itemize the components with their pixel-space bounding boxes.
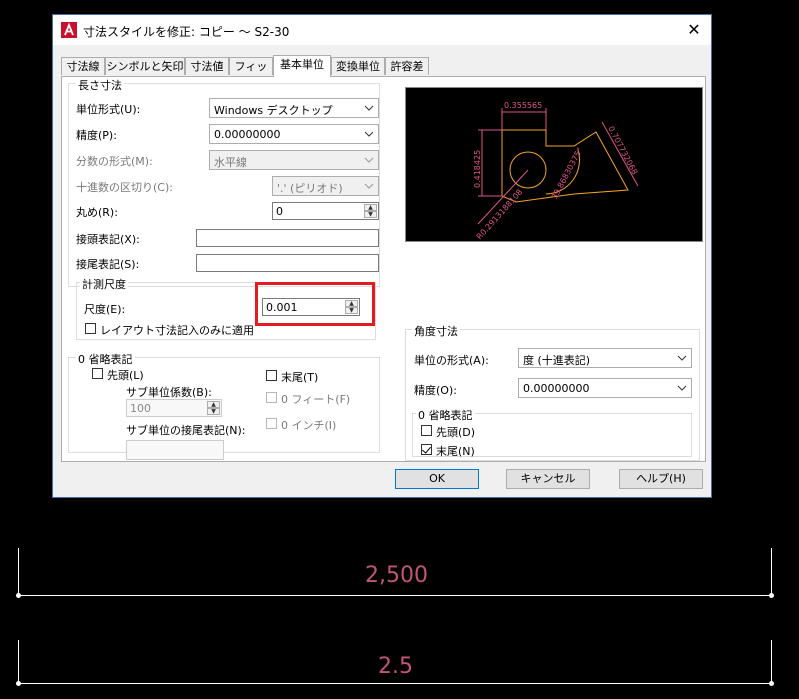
chevron-down-icon [364,183,374,189]
zero-feet-label: 0 フィート(F) [281,393,351,406]
tab-fit[interactable]: フィット [229,57,273,91]
dimension-endpoint [769,593,774,598]
fraction-format-select[interactable]: 水平線 [209,150,379,170]
angular-unit-format-select[interactable]: 度 (十進表記) [518,348,692,368]
angular-group-label: 角度寸法 [412,323,460,339]
chevron-down-icon [677,385,687,391]
dimension-extension-line [18,548,19,598]
angular-precision-value: 0.00000000 [523,382,590,395]
angular-unit-format-label: 単位の形式(A): [414,354,489,367]
preview-top-dimension-line [501,108,547,130]
dimension-text-1: 2,500 [365,563,428,588]
angular-zero-suppression-label: 0 省略表記 [416,407,475,423]
angular-trailing-zero-label: 末尾(N) [436,445,475,458]
angular-precision-select[interactable]: 0.00000000 [518,378,692,398]
chevron-down-icon [364,157,374,163]
angular-leading-zero-label: 先頭(D) [436,426,476,439]
preview-dim-right: 0.707732068 [606,125,639,176]
spin-up-icon[interactable]: ▲ [207,401,220,408]
preview-dim-angle: 39.86830375° [550,146,585,201]
round-off-input[interactable]: 0 ▲ ▼ [272,202,379,220]
preview-pane: 0.355565 0.418425 0.707732068 39.8683037… [405,87,703,242]
decimal-separator-label: 十進数の区切り(C): [76,181,173,194]
dialog-title: 寸法スタイルを修正: コピー 〜 S2-30 [83,25,290,39]
round-off-spinner[interactable]: ▲ ▼ [364,204,377,218]
angular-unit-format-value: 度 (十進表記) [523,354,591,367]
round-off-value: 0 [276,205,283,218]
sub-unit-factor-input[interactable]: 100 ▲ ▼ [126,399,222,417]
precision-label: 精度(P): [76,129,117,142]
chevron-down-icon [364,131,374,137]
zero-feet-checkbox[interactable] [266,392,277,403]
precision-select[interactable]: 0.00000000 [209,124,379,144]
cancel-button[interactable]: キャンセル [506,469,590,489]
angular-trailing-zero-checkbox[interactable] [421,444,432,455]
angular-precision-label: 精度(O): [414,384,457,397]
dimension-extension-line [771,548,772,598]
fraction-format-label: 分数の形式(M): [76,155,153,168]
leading-zero-checkbox[interactable] [92,368,103,379]
dimension-line-1 [18,595,772,596]
tab-tolerances[interactable]: 許容差 [385,57,429,75]
dimension-text-2: 2.5 [378,654,413,679]
tab-dimension-lines[interactable]: 寸法線 [61,57,105,75]
layout-only-label: レイアウト寸法記入のみに適用 [100,324,254,337]
dimension-line-2 [18,683,772,684]
autocad-app-icon [61,22,77,38]
primary-units-panel: 長さ寸法 単位形式(U): Windows デスクトップ 精度(P): 0.00… [61,76,706,462]
tab-primary-units[interactable]: 基本単位 [273,55,331,77]
dimension-endpoint [16,681,21,686]
scale-group-label: 計測尺度 [80,276,128,292]
sub-unit-factor-value: 100 [130,402,151,415]
sub-unit-suffix-label: サブ単位の接尾表記(N): [126,424,246,437]
decimal-separator-select[interactable]: '.' (ピリオド) [272,176,379,196]
unit-format-label: 単位形式(U): [76,103,141,116]
round-off-label: 丸め(R): [76,206,118,219]
sub-unit-factor-spinner[interactable]: ▲ ▼ [207,401,220,415]
tab-alternate-units[interactable]: 変換単位 [331,57,385,75]
spin-down-icon[interactable]: ▼ [207,408,220,415]
preview-dim-left: 0.418425 [473,150,482,188]
angular-leading-zero-checkbox[interactable] [421,425,432,436]
sub-unit-suffix-input[interactable] [126,440,224,460]
spin-up-icon[interactable]: ▲ [364,204,377,211]
preview-dim-top: 0.355565 [504,101,542,110]
sub-unit-factor-label: サブ単位係数(B): [126,386,212,399]
trailing-zero-checkbox[interactable] [266,370,277,381]
linear-group-label: 長さ寸法 [76,77,124,93]
tab-text[interactable]: 寸法値 [185,57,229,75]
dimension-endpoint [16,593,21,598]
dimension-extension-line [771,640,772,685]
spin-down-icon[interactable]: ▼ [364,211,377,218]
suffix-input[interactable] [196,254,379,272]
leading-zero-label: 先頭(L) [107,369,144,382]
fraction-format-value: 水平線 [214,156,247,169]
prefix-input[interactable] [196,229,379,247]
decimal-separator-value: '.' (ピリオド) [277,182,343,195]
zero-suppression-linear-label: 0 省略表記 [76,351,135,367]
help-button[interactable]: ヘルプ(H) [619,469,703,489]
chevron-down-icon [364,105,374,111]
title-bar: 寸法スタイルを修正: コピー 〜 S2-30 ✕ [53,15,711,45]
dimension-endpoint [769,681,774,686]
scale-highlight-box [255,282,375,326]
prefix-label: 接頭表記(X): [76,233,140,246]
chevron-down-icon [677,355,687,361]
dimension-extension-line [18,640,19,685]
precision-value: 0.00000000 [214,128,281,141]
dimension-style-dialog: 寸法スタイルを修正: コピー 〜 S2-30 ✕ 寸法線 シンボルと矢印 寸法値… [52,14,712,498]
scale-factor-label: 尺度(E): [84,303,126,316]
tab-symbols-arrows[interactable]: シンボルと矢印 [105,57,185,75]
ok-button[interactable]: OK [395,469,479,489]
zero-inch-label: 0 インチ(I) [281,419,337,432]
close-icon[interactable]: ✕ [677,15,711,45]
zero-inch-checkbox[interactable] [266,418,277,429]
suffix-label: 接尾表記(S): [76,258,140,271]
dimension-preview-drawing: 0.355565 0.418425 0.707732068 39.8683037… [473,101,639,241]
trailing-zero-label: 末尾(T) [281,371,319,384]
unit-format-value: Windows デスクトップ [214,104,333,117]
layout-only-checkbox[interactable] [85,323,96,334]
unit-format-select[interactable]: Windows デスクトップ [209,98,379,118]
